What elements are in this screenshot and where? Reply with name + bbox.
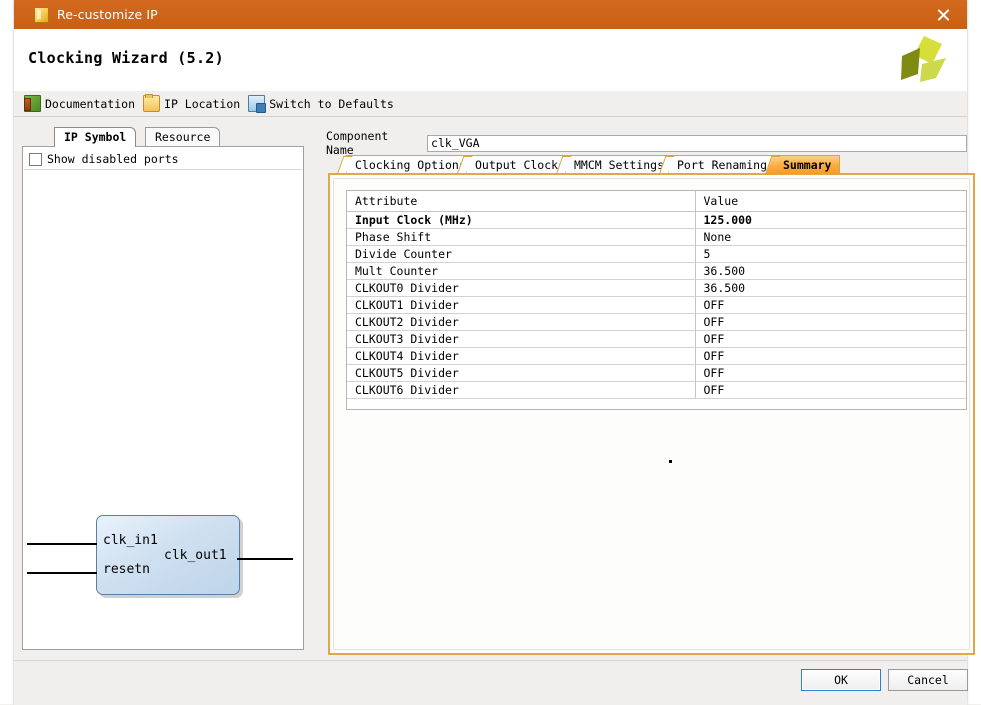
cell-value: OFF [695, 314, 966, 331]
switch-icon [248, 95, 265, 112]
cell-value: OFF [695, 348, 966, 365]
port-label-clk-in1: clk_in1 [103, 533, 158, 548]
cell-value: 36.500 [695, 280, 966, 297]
cell-value: OFF [695, 365, 966, 382]
cell-value: OFF [695, 331, 966, 348]
pin-line-clk-out1 [237, 558, 293, 560]
show-disabled-ports-label: Show disabled ports [47, 152, 179, 166]
ip-symbol-tab-body: Show disabled ports clk_in1 resetn clk_o… [22, 146, 304, 650]
table-row[interactable]: CLKOUT5 DividerOFF [347, 365, 966, 382]
tab-mmcm-settings[interactable]: MMCM Settings [565, 155, 673, 174]
dialog-toolbar: Documentation IP Location Switch to Defa… [14, 91, 967, 117]
switch-to-defaults-button[interactable]: Switch to Defaults [248, 95, 394, 112]
cell-value: 125.000 [695, 212, 966, 229]
settings-tab-strip: Clocking Options Output Clocks MMCM Sett… [336, 155, 961, 174]
table-row[interactable]: Divide Counter5 [347, 246, 966, 263]
dialog-footer: OK Cancel [14, 660, 967, 705]
tab-output-clocks-label: Output Clocks [475, 158, 565, 172]
pin-line-clk-in1 [27, 543, 97, 545]
re-customize-ip-dialog: Re-customize IP Clocking Wizard (5.2) Do… [14, 0, 967, 704]
cell-attribute: CLKOUT4 Divider [347, 348, 695, 365]
table-row[interactable]: Input Clock (MHz)125.000 [347, 212, 966, 229]
table-header-row: Attribute Value [347, 191, 966, 212]
background-window-left-sliver [0, 0, 15, 704]
symbol-canvas[interactable]: clk_in1 resetn clk_out1 [24, 169, 302, 649]
port-label-clk-out1: clk_out1 [164, 548, 227, 563]
tab-summary-label: Summary [783, 158, 831, 172]
dialog-header: Clocking Wizard (5.2) [14, 29, 967, 92]
tab-summary[interactable]: Summary [774, 155, 840, 174]
xilinx-logo [896, 34, 952, 86]
summary-table-container: Attribute Value Input Clock (MHz)125.000… [346, 190, 967, 410]
tab-resource[interactable]: Resource [145, 127, 220, 147]
show-disabled-ports-checkbox[interactable]: Show disabled ports [29, 152, 179, 166]
summary-table: Attribute Value Input Clock (MHz)125.000… [347, 191, 966, 399]
table-row[interactable]: CLKOUT6 DividerOFF [347, 382, 966, 399]
table-row[interactable]: Mult Counter36.500 [347, 263, 966, 280]
cancel-button[interactable]: Cancel [888, 669, 968, 691]
ip-location-label: IP Location [164, 97, 240, 111]
ok-button[interactable]: OK [801, 669, 881, 691]
documentation-button[interactable]: Documentation [24, 95, 135, 112]
documentation-label: Documentation [45, 97, 135, 111]
cell-attribute: CLKOUT6 Divider [347, 382, 695, 399]
tab-port-renaming[interactable]: Port Renaming [668, 155, 776, 174]
pin-line-resetn [27, 572, 97, 574]
close-icon[interactable] [933, 5, 953, 25]
cell-value: OFF [695, 382, 966, 399]
folder-icon [143, 95, 160, 112]
cell-attribute: CLKOUT3 Divider [347, 331, 695, 348]
component-name-label: Component Name [326, 129, 422, 157]
left-tab-strip: IP Symbol Resource [22, 127, 304, 147]
tab-ip-symbol[interactable]: IP Symbol [54, 127, 136, 147]
cell-attribute: CLKOUT2 Divider [347, 314, 695, 331]
book-icon [24, 95, 41, 112]
summary-panel: Attribute Value Input Clock (MHz)125.000… [328, 173, 975, 655]
component-name-row: Component Name [326, 129, 967, 157]
cell-attribute: Input Clock (MHz) [347, 212, 695, 229]
cell-value: OFF [695, 297, 966, 314]
tab-clocking-options[interactable]: Clocking Options [346, 155, 475, 174]
cell-value: 36.500 [695, 263, 966, 280]
cell-attribute: Divide Counter [347, 246, 695, 263]
switch-to-defaults-label: Switch to Defaults [269, 97, 394, 111]
tab-port-renaming-label: Port Renaming [677, 158, 767, 172]
page-title: Clocking Wizard (5.2) [28, 49, 224, 67]
component-name-input[interactable] [427, 135, 967, 152]
column-header-attribute: Attribute [347, 191, 695, 212]
summary-panel-inner: Attribute Value Input Clock (MHz)125.000… [333, 178, 970, 650]
cell-value: 5 [695, 246, 966, 263]
cell-attribute: Phase Shift [347, 229, 695, 246]
table-row[interactable]: CLKOUT0 Divider36.500 [347, 280, 966, 297]
cell-attribute: CLKOUT1 Divider [347, 297, 695, 314]
table-row[interactable]: CLKOUT1 DividerOFF [347, 297, 966, 314]
cell-attribute: Mult Counter [347, 263, 695, 280]
dialog-titlebar: Re-customize IP [14, 0, 967, 29]
ip-location-button[interactable]: IP Location [143, 95, 240, 112]
port-label-resetn: resetn [103, 562, 150, 577]
tab-mmcm-settings-label: MMCM Settings [574, 158, 664, 172]
ip-symbol-pane: IP Symbol Resource Show disabled ports c… [22, 127, 304, 650]
cell-value: None [695, 229, 966, 246]
cell-attribute: CLKOUT0 Divider [347, 280, 695, 297]
column-header-value: Value [695, 191, 966, 212]
cell-attribute: CLKOUT5 Divider [347, 365, 695, 382]
table-row[interactable]: CLKOUT2 DividerOFF [347, 314, 966, 331]
tab-clocking-options-label: Clocking Options [355, 158, 466, 172]
checkbox-box[interactable] [29, 153, 42, 166]
ip-core-icon [34, 7, 49, 23]
table-row[interactable]: Phase ShiftNone [347, 229, 966, 246]
table-row[interactable]: CLKOUT3 DividerOFF [347, 331, 966, 348]
table-row[interactable]: CLKOUT4 DividerOFF [347, 348, 966, 365]
dialog-title: Re-customize IP [57, 7, 158, 22]
mouse-cursor-dot [669, 460, 672, 463]
